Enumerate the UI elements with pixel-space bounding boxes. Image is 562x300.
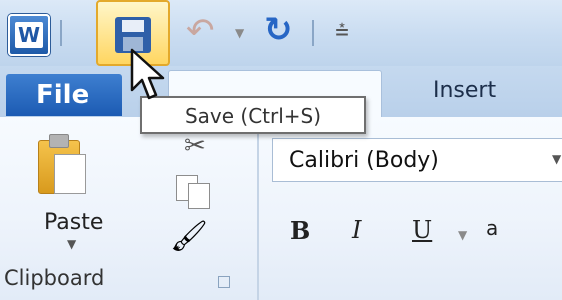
- redo-icon[interactable]: ↻: [264, 13, 293, 47]
- undo-dropdown-icon[interactable]: ▼: [235, 26, 244, 40]
- customize-qat-icon[interactable]: ⩮: [335, 16, 349, 44]
- save-tooltip: Save (Ctrl+S): [140, 96, 366, 134]
- qat-separator: [312, 20, 314, 46]
- italic-button[interactable]: I: [352, 216, 361, 244]
- underline-button[interactable]: U: [412, 216, 432, 244]
- clipboard-clip: [49, 134, 69, 148]
- copy-page-front: [188, 183, 210, 209]
- copy-icon[interactable]: [176, 175, 212, 209]
- dialog-launcher-icon[interactable]: [218, 276, 230, 288]
- paste-icon[interactable]: [38, 134, 86, 196]
- undo-icon[interactable]: ↶: [186, 14, 215, 48]
- cut-icon[interactable]: ✂: [184, 133, 206, 159]
- paste-button-label[interactable]: Paste: [44, 210, 103, 235]
- underline-dropdown-icon[interactable]: ▼: [458, 228, 467, 242]
- tab-file[interactable]: File: [6, 74, 122, 116]
- paste-dropdown-icon[interactable]: ▼: [67, 237, 76, 251]
- font-dropdown-icon[interactable]: ▼: [552, 152, 561, 166]
- word-logo-letter: W: [15, 22, 43, 48]
- clipboard-paper: [54, 154, 86, 194]
- tab-insert[interactable]: Insert: [433, 78, 496, 103]
- font-name-box[interactable]: Calibri (Body): [272, 138, 562, 182]
- bold-button[interactable]: B: [290, 216, 310, 245]
- qat-separator: [60, 20, 62, 46]
- group-separator: [257, 130, 259, 300]
- strikethrough-button[interactable]: a: [486, 216, 498, 240]
- mouse-cursor-icon: [130, 48, 165, 100]
- word-icon[interactable]: W: [8, 14, 50, 56]
- title-bar: W ↶ ▼ ↻ ⩮: [0, 0, 562, 66]
- format-painter-icon[interactable]: 🖌: [170, 222, 208, 252]
- clipboard-group-label: Clipboard: [4, 266, 105, 290]
